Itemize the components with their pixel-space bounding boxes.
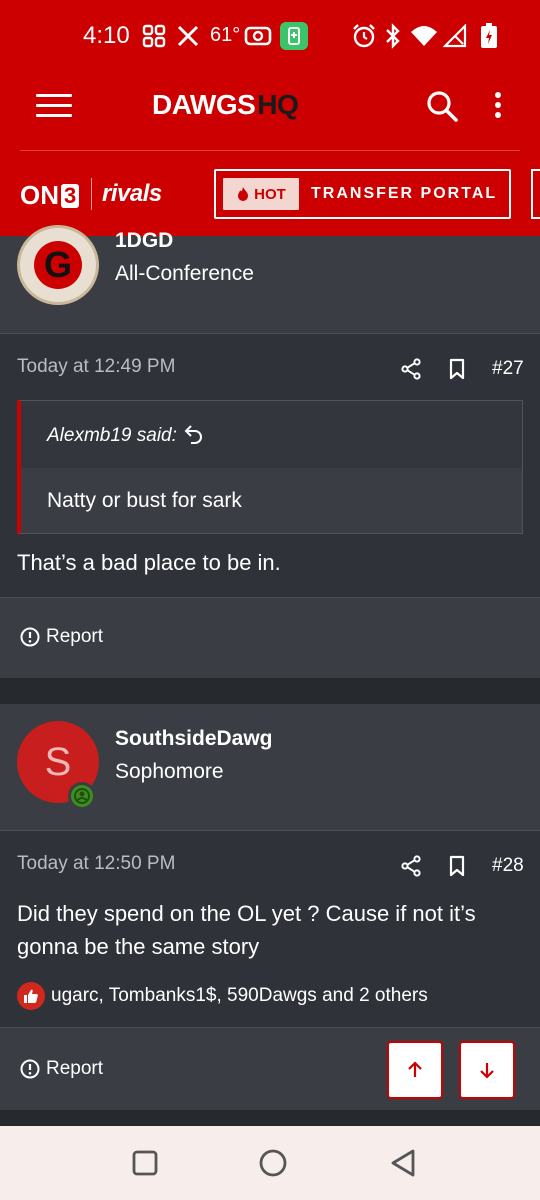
post-27-text: That’s a bad place to be in. [17, 550, 281, 575]
alarm-icon [351, 22, 377, 50]
reactions-text: ugarc, Tombanks1$, 590Dawgs and 2 others [51, 985, 428, 1006]
share-button[interactable] [398, 356, 424, 382]
scroll-down-button[interactable] [459, 1041, 515, 1099]
scroll-up-button[interactable] [387, 1041, 443, 1099]
logo-dawgs: DAWGS [152, 89, 256, 120]
logo-hq: HQ [257, 89, 299, 120]
post-27-user-title: All-Conference [115, 262, 254, 285]
more-options-button[interactable] [486, 86, 510, 126]
x-logo-icon [176, 22, 200, 50]
report-link[interactable]: Report [20, 1058, 103, 1080]
post-28-user-title: Sophomore [115, 760, 224, 783]
bookmark-icon [449, 855, 465, 877]
status-time: 4:10 [83, 22, 130, 49]
quote-header[interactable]: Alexmb19 said: [21, 401, 522, 468]
promo-next-item[interactable] [531, 169, 540, 219]
header-divider [20, 150, 520, 151]
battery-charging-icon [480, 22, 498, 50]
system-nav-bar [0, 1126, 540, 1200]
site-logo[interactable]: DAWGS HQ [152, 88, 299, 122]
menu-icon [36, 94, 72, 97]
radio-icon [244, 22, 272, 50]
hot-badge: HOT [223, 178, 299, 210]
reply-arrow-icon [184, 425, 202, 444]
post-28-text: Did they spend on the OL yet ? Cause if … [17, 901, 476, 959]
report-link[interactable]: Report [20, 626, 103, 648]
post-28-date[interactable]: Today at 12:50 PM [17, 853, 175, 875]
transfer-portal-label: TRANSFER PORTAL [311, 185, 498, 202]
post-27-username[interactable]: 1DGD [115, 229, 173, 253]
flame-icon [238, 187, 249, 201]
post-28-username[interactable]: SouthsideDawg [115, 727, 273, 751]
triangle-back-icon [391, 1149, 415, 1177]
alert-circle-icon [20, 1059, 40, 1079]
search-icon [427, 91, 458, 122]
home-button[interactable] [256, 1146, 290, 1180]
avatar[interactable]: G [17, 225, 99, 305]
arrow-up-icon [408, 1061, 422, 1077]
more-vertical-icon [495, 92, 501, 118]
rivals-logo[interactable]: rivals [102, 180, 162, 208]
quote-text: Natty or bust for sark [47, 489, 242, 512]
menu-button[interactable] [36, 92, 72, 120]
promo-separator [91, 178, 92, 210]
online-status-icon [68, 782, 96, 810]
on3-logo[interactable]: ON 3 [20, 180, 80, 211]
search-button[interactable] [422, 86, 462, 126]
bookmark-button[interactable] [444, 356, 470, 382]
quote-author: Alexmb19 said: [47, 425, 177, 446]
post-separator [0, 678, 540, 704]
grid-apps-icon [142, 22, 166, 50]
bookmark-button[interactable] [444, 853, 470, 879]
circle-icon [259, 1149, 287, 1177]
bookmark-icon [449, 358, 465, 380]
post-28-number[interactable]: #28 [492, 855, 524, 877]
share-icon [401, 358, 421, 380]
reactions-summary[interactable]: ugarc, Tombanks1$, 590Dawgs and 2 others [17, 982, 428, 1010]
signal-icon [443, 22, 467, 50]
square-icon [132, 1150, 158, 1176]
recents-button[interactable] [128, 1146, 162, 1180]
status-bar: 4:10 61° [0, 0, 540, 72]
like-icon [17, 982, 45, 1010]
post-27-date[interactable]: Today at 12:49 PM [17, 356, 175, 378]
share-button[interactable] [398, 853, 424, 879]
status-temperature: 61° [210, 24, 241, 46]
back-button[interactable] [386, 1146, 420, 1180]
bluetooth-icon [384, 22, 402, 50]
alert-circle-icon [20, 627, 40, 647]
wifi-icon [410, 22, 438, 50]
arrow-down-icon [480, 1063, 494, 1079]
quote-block: Alexmb19 said: Natty or bust for sark [17, 400, 523, 534]
post-separator [0, 1110, 540, 1126]
share-icon [401, 855, 421, 877]
post-27-number[interactable]: #27 [492, 358, 524, 380]
battery-saver-icon [280, 22, 308, 50]
transfer-portal-button[interactable]: HOT TRANSFER PORTAL [214, 169, 511, 219]
